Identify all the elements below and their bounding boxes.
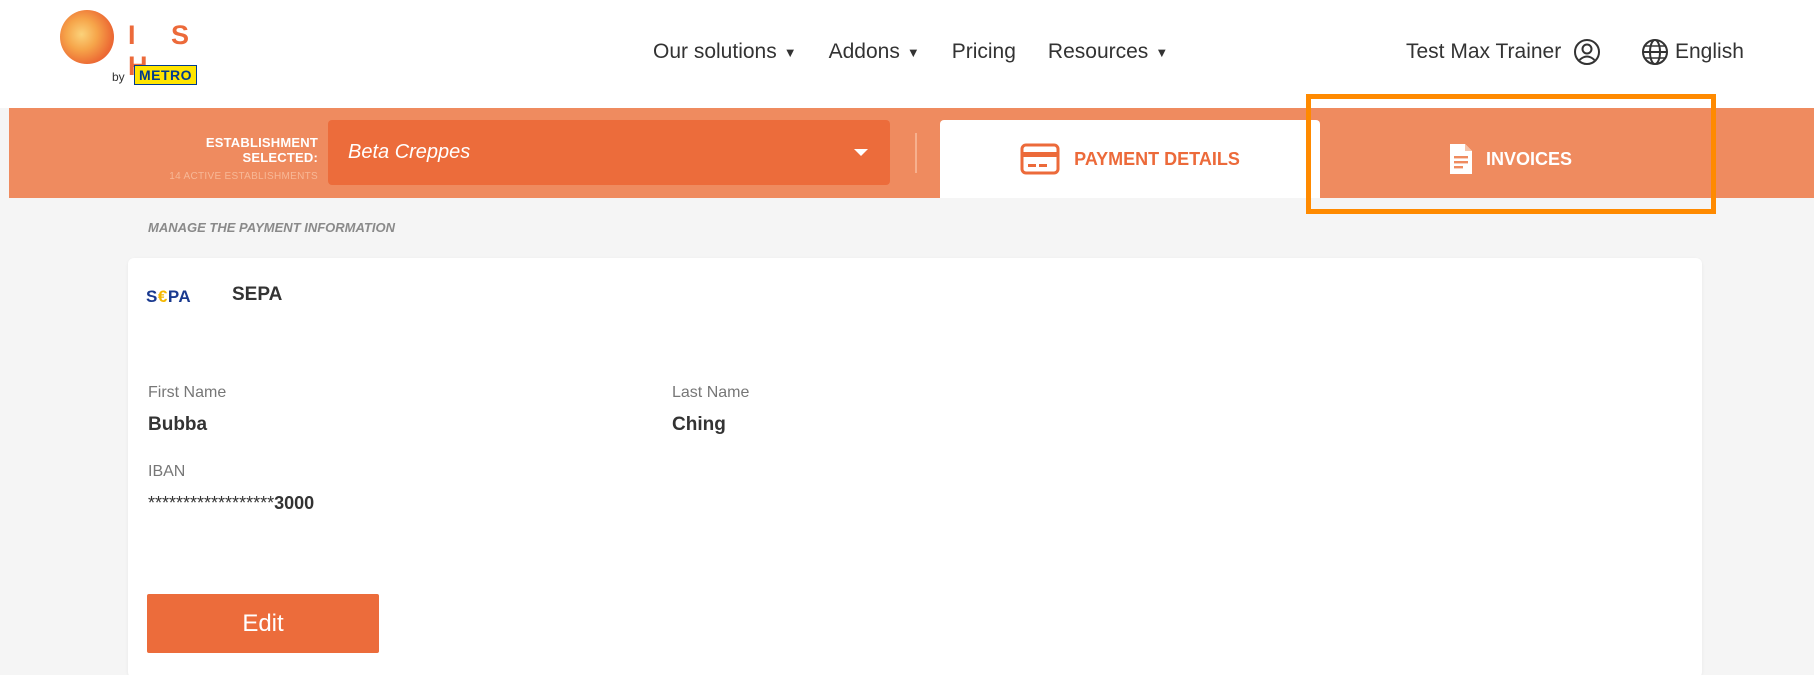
iban-mask: ****************** xyxy=(148,493,275,513)
caret-down-icon: ▼ xyxy=(1155,44,1169,60)
nav-addons[interactable]: Addons ▼ xyxy=(829,40,920,64)
tab-payment-details[interactable]: PAYMENT DETAILS xyxy=(940,120,1320,198)
dish-logo[interactable]: I S H by METRO xyxy=(58,8,208,88)
nav-pricing-label: Pricing xyxy=(951,40,1016,63)
section-title: MANAGE THE PAYMENT INFORMATION xyxy=(148,220,395,235)
payment-method-name: SEPA xyxy=(232,284,283,305)
caret-down-icon: ▼ xyxy=(783,44,797,60)
logo-by-text: by xyxy=(112,70,125,84)
establishment-selected-value: Beta Creppes xyxy=(348,141,471,163)
first-name-value: Bubba xyxy=(148,414,208,435)
language-selector[interactable]: English xyxy=(1641,38,1744,66)
logo-circle-icon xyxy=(60,10,114,64)
user-icon xyxy=(1574,39,1601,65)
globe-icon xyxy=(1642,39,1668,65)
document-icon xyxy=(1449,144,1472,174)
user-name: Test Max Trainer xyxy=(1406,40,1562,63)
sepa-logo: S€PA xyxy=(146,287,191,307)
nav-pricing[interactable]: Pricing xyxy=(952,40,1016,64)
iban-last-digits: 3000 xyxy=(274,493,315,513)
tab-invoices[interactable]: INVOICES xyxy=(1320,120,1700,198)
credit-card-icon xyxy=(1020,143,1060,175)
sepa-logo-euro: € xyxy=(157,287,168,306)
last-name-value: Ching xyxy=(672,414,726,435)
last-name-label: Last Name xyxy=(672,384,750,401)
active-establishments-count: 14 ACTIVE ESTABLISHMENTS xyxy=(169,171,318,182)
edit-button[interactable]: Edit xyxy=(147,594,379,653)
nav-resources-label: Resources xyxy=(1047,40,1149,63)
sepa-logo-s: S xyxy=(146,287,158,306)
establishment-label: ESTABLISHMENT SELECTED: 14 ACTIVE ESTABL… xyxy=(128,135,318,182)
iban-label: IBAN xyxy=(148,463,186,480)
iban-value: ******************3000 xyxy=(148,493,314,514)
establishment-dropdown[interactable]: Beta Creppes xyxy=(328,120,890,185)
nav-addons-label: Addons xyxy=(828,40,900,63)
payment-card: S€PA SEPA First Name Bubba Last Name Chi… xyxy=(128,258,1702,675)
sepa-logo-pa: PA xyxy=(167,287,192,306)
nav-resources[interactable]: Resources ▼ xyxy=(1048,40,1168,64)
first-name-label: First Name xyxy=(148,384,227,401)
establishment-selected-label: ESTABLISHMENT SELECTED: xyxy=(205,135,318,165)
language-label: English xyxy=(1675,40,1744,63)
nav-our-solutions-label: Our solutions xyxy=(653,40,777,63)
top-header: I S H by METRO Our solutions ▼ Addons ▼ … xyxy=(0,0,1814,108)
band-divider xyxy=(915,133,917,173)
main-nav: Our solutions ▼ Addons ▼ Pricing Resourc… xyxy=(653,40,1200,64)
dropdown-caret-icon xyxy=(854,149,868,156)
tab-invoices-label: INVOICES xyxy=(1485,148,1573,169)
metro-badge: METRO xyxy=(134,65,198,85)
nav-our-solutions[interactable]: Our solutions ▼ xyxy=(653,40,797,64)
caret-down-icon: ▼ xyxy=(906,44,920,60)
user-menu[interactable]: Test Max Trainer xyxy=(1406,38,1601,66)
tab-payment-details-label: PAYMENT DETAILS xyxy=(1074,148,1240,169)
